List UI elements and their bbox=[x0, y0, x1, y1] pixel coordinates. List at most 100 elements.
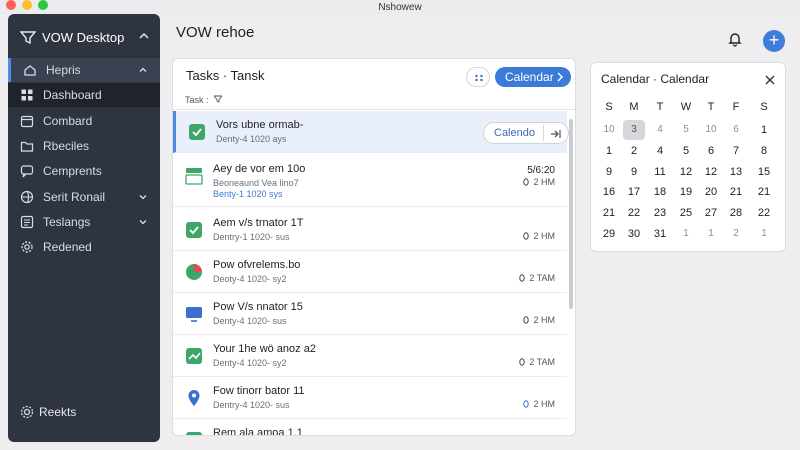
task-filter[interactable]: Task : bbox=[185, 95, 223, 105]
sidebar-item[interactable]: Redened bbox=[8, 235, 160, 259]
location-pin-icon bbox=[519, 358, 526, 366]
task-meta-label: 2 HM bbox=[533, 399, 555, 409]
calendar-day[interactable]: 12 bbox=[700, 162, 722, 182]
calendar-day[interactable]: 5 bbox=[675, 120, 697, 140]
calendar-day[interactable]: 1 bbox=[598, 141, 620, 161]
calendar-day[interactable]: 19 bbox=[675, 182, 697, 202]
calendar-day[interactable]: 21 bbox=[725, 182, 747, 202]
calendar-day[interactable]: 4 bbox=[649, 141, 671, 161]
sidebar-item[interactable]: Hepris bbox=[8, 58, 160, 82]
calendar-day[interactable]: 22 bbox=[623, 203, 645, 223]
add-button[interactable]: + bbox=[763, 30, 785, 52]
sidebar-item[interactable]: Combard bbox=[8, 109, 160, 133]
calendar-day[interactable]: 2 bbox=[725, 224, 747, 244]
chevron-up-icon[interactable] bbox=[138, 30, 150, 42]
task-name: Aem v/s trnator 1T bbox=[213, 217, 304, 229]
calendar-icon bbox=[20, 115, 34, 127]
sidebar-footer-item[interactable]: Reekts bbox=[8, 400, 160, 424]
sidebar-item-label: Redened bbox=[43, 240, 92, 255]
sidebar-item[interactable]: Teslangs bbox=[8, 210, 160, 234]
bell-icon[interactable] bbox=[727, 31, 743, 47]
calendar-day[interactable]: 1 bbox=[753, 120, 775, 140]
calendar-day[interactable]: 31 bbox=[649, 224, 671, 244]
calendar-day[interactable]: 1 bbox=[753, 224, 775, 244]
scrollbar[interactable] bbox=[569, 119, 573, 309]
sidebar-item[interactable]: Cemprents bbox=[8, 159, 160, 183]
location-pin-icon bbox=[523, 178, 530, 186]
calendar-day[interactable]: 30 bbox=[623, 224, 645, 244]
grid-icon bbox=[475, 74, 483, 82]
calendar-day[interactable]: 10 bbox=[598, 120, 620, 140]
calendar-day[interactable]: 9 bbox=[623, 162, 645, 182]
calendar-day[interactable]: 9 bbox=[598, 162, 620, 182]
calendar-day[interactable]: 10 bbox=[700, 120, 722, 140]
task-row[interactable]: Aem v/s trnator 1T Dentry-1 1020- sus 2 HM bbox=[173, 209, 567, 251]
pie-icon bbox=[186, 264, 202, 280]
pill-divider bbox=[543, 125, 544, 141]
task-name: Aey de vor em 10o bbox=[213, 163, 306, 175]
calendar-day[interactable]: 17 bbox=[623, 182, 645, 202]
calendar-day-today[interactable]: 3 bbox=[623, 120, 645, 140]
calendar-day[interactable]: 1 bbox=[700, 224, 722, 244]
task-subtitle-secondary[interactable]: Benty-1 1020 sys bbox=[213, 189, 283, 199]
calendar-day[interactable]: 4 bbox=[649, 120, 671, 140]
sidebar-item-label: Rbeciles bbox=[43, 138, 90, 153]
task-row[interactable]: Fow tinorr bator 11 Dentry-4 1020- sus 2 H… bbox=[173, 377, 567, 419]
calendar-day[interactable]: 15 bbox=[753, 162, 775, 182]
calendar-day[interactable]: 12 bbox=[675, 162, 697, 182]
task-filter-label: Task : bbox=[185, 95, 209, 105]
window-titlebar: Nshowew bbox=[0, 0, 800, 14]
check-square-icon bbox=[189, 124, 205, 140]
grid-view-button[interactable] bbox=[466, 67, 490, 87]
close-icon[interactable] bbox=[765, 75, 775, 85]
sidebar-item[interactable]: Serit Ronail bbox=[8, 185, 160, 209]
task-name: Rem ala amoa 1.1 bbox=[213, 427, 303, 436]
calendar-day[interactable]: 28 bbox=[725, 203, 747, 223]
calendar-day[interactable]: 22 bbox=[753, 203, 775, 223]
calendar-day[interactable]: 29 bbox=[598, 224, 620, 244]
calendar-day[interactable]: 27 bbox=[700, 203, 722, 223]
task-row[interactable]: Vors ubne ormab- Denty-4 1020 ays Calendo bbox=[173, 111, 569, 153]
calendar-day[interactable]: 5 bbox=[675, 141, 697, 161]
list-icon bbox=[20, 215, 34, 228]
calendar-day[interactable]: 13 bbox=[725, 162, 747, 182]
sidebar-item-label: Combard bbox=[43, 113, 93, 128]
task-row[interactable]: Rem ala amoa 1.1 bbox=[173, 419, 567, 436]
calendar-day[interactable]: 23 bbox=[649, 203, 671, 223]
calendar-day[interactable]: 18 bbox=[649, 182, 671, 202]
sidebar-footer-label: Reekts bbox=[39, 405, 77, 419]
task-meta: 2 TAM bbox=[519, 357, 555, 367]
sidebar-item[interactable]: Dashboard bbox=[8, 83, 160, 108]
calendar-day[interactable]: 21 bbox=[753, 182, 775, 202]
sidebar-item-label: Dashboard bbox=[43, 88, 102, 103]
task-row[interactable]: Pow ofvrelems.bo Deoty-4 1020- sy2 2 TAM bbox=[173, 251, 567, 293]
calendar-day[interactable]: 2 bbox=[623, 141, 645, 161]
gear-icon bbox=[21, 241, 33, 253]
calendar-day[interactable]: 16 bbox=[598, 182, 620, 202]
task-row[interactable]: Pow V/s nnator 15 Denty-4 1020- sus 2 HM bbox=[173, 293, 567, 335]
calendar-day[interactable]: 11 bbox=[649, 162, 671, 182]
task-row[interactable]: Your 1he wö anoz a2 Denty-4 1020- sy2 2 TA… bbox=[173, 335, 567, 377]
calendar-day[interactable]: 25 bbox=[675, 203, 697, 223]
task-calendar-pill[interactable]: Calendo bbox=[483, 122, 569, 144]
calendar-day[interactable]: 8 bbox=[753, 141, 775, 161]
task-name: Pow ofvrelems.bo bbox=[213, 259, 301, 271]
calendar-day[interactable]: 6 bbox=[725, 120, 747, 140]
task-row[interactable]: Aey de vor em 10o Beoneaund Vea lino7 Bent… bbox=[173, 155, 567, 207]
sidebar-item-label: Hepris bbox=[46, 63, 81, 77]
calendar-day[interactable]: 1 bbox=[675, 224, 697, 244]
task-meta-label: 2 TAM bbox=[529, 273, 555, 283]
calendar-day[interactable]: 7 bbox=[725, 141, 747, 161]
task-time: 5/6:20 bbox=[527, 165, 555, 176]
check-square-icon bbox=[186, 432, 202, 435]
calendar-day[interactable]: 21 bbox=[598, 203, 620, 223]
calendar-day[interactable]: 20 bbox=[700, 182, 722, 202]
home-icon bbox=[24, 65, 36, 76]
calendar-day[interactable]: 6 bbox=[700, 141, 722, 161]
task-meta-label: 2 HM bbox=[533, 177, 555, 187]
calendar-button[interactable]: Calendar bbox=[495, 67, 571, 87]
weekday-label: T bbox=[656, 101, 664, 113]
location-pin-icon bbox=[523, 316, 530, 324]
location-icon bbox=[188, 390, 200, 406]
sidebar-item[interactable]: Rbeciles bbox=[8, 134, 160, 158]
